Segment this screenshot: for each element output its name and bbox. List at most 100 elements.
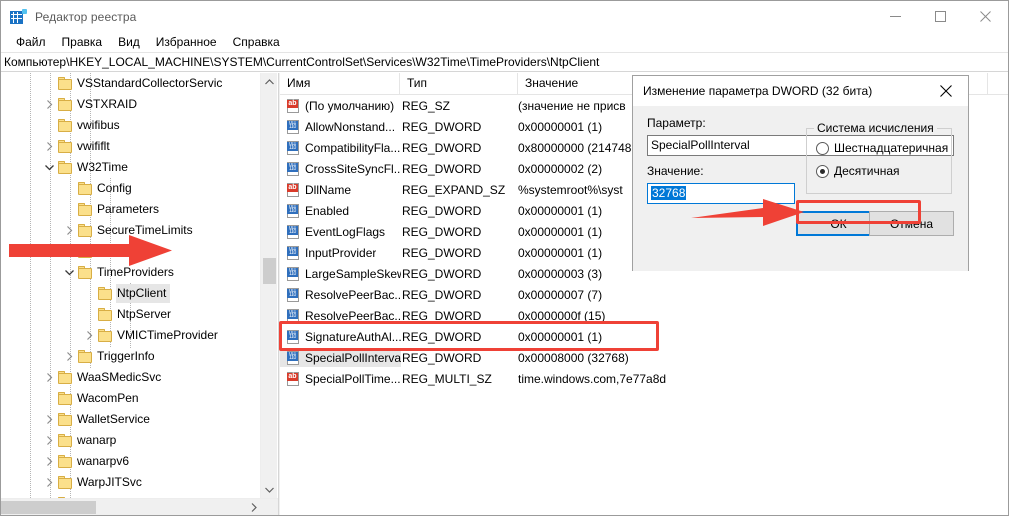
chevron-right-icon[interactable]	[41, 139, 57, 155]
tree-hscroll-thumb[interactable]	[1, 501, 96, 514]
folder-icon	[97, 286, 113, 302]
string-value-icon: ab	[285, 182, 301, 198]
tree-item-wanarpv6[interactable]: wanarpv6	[1, 451, 261, 472]
tree-item-vwififlt[interactable]: vwififlt	[1, 136, 261, 157]
tree-item-ntpclient[interactable]: NtpClient	[1, 283, 261, 304]
table-row[interactable]: 011 110 SignatureAuthAl... REG_DWORD 0x00000…	[280, 326, 1008, 347]
address-bar[interactable]: Компьютер\HKEY_LOCAL_MACHINE\SYSTEM\Curr…	[1, 52, 1008, 72]
edit-dword-dialog: Изменение параметра DWORD (32 бита) Пара…	[632, 75, 969, 271]
chevron-down-icon[interactable]	[41, 160, 57, 176]
title-bar: Редактор реестра	[1, 1, 1008, 32]
tree-item-label: vwifibus	[77, 118, 120, 132]
value-name-cell: 011 110 Enabled	[280, 201, 401, 220]
tree-item-label: WarpJITSvc	[77, 475, 142, 489]
folder-icon	[57, 160, 73, 176]
chevron-down-icon[interactable]	[61, 265, 77, 281]
tree-item-label: TimeProviders	[97, 265, 174, 279]
tree-expander-placeholder	[81, 307, 97, 323]
radio-hexadecimal[interactable]: Шестнадцатеричная	[816, 141, 948, 155]
param-label: Параметр:	[647, 116, 706, 130]
column-header-type[interactable]: Тип	[400, 73, 518, 95]
menu-item-file[interactable]: Файл	[8, 34, 54, 51]
folder-icon	[57, 433, 73, 449]
value-type-cell: REG_EXPAND_SZ	[402, 182, 506, 197]
tree-horizontal-scrollbar[interactable]	[1, 498, 278, 515]
tree-scroll-thumb[interactable]	[263, 258, 276, 284]
table-row[interactable]: 011 110 ResolvePeerBac... REG_DWORD 0x000000…	[280, 284, 1008, 305]
tree-item-wacompen[interactable]: WacomPen	[1, 388, 261, 409]
chevron-right-icon[interactable]	[61, 349, 77, 365]
minimize-button[interactable]	[873, 1, 918, 31]
tree-expander-placeholder	[61, 202, 77, 218]
tree-expander-placeholder	[81, 286, 97, 302]
menu-item-help[interactable]: Справка	[225, 34, 288, 51]
chevron-right-icon[interactable]	[41, 433, 57, 449]
table-row[interactable]: 011 110 ResolvePeerBac... REG_DWORD 0x000000…	[280, 305, 1008, 326]
dialog-close-icon[interactable]	[924, 76, 968, 105]
tree-item-parameters[interactable]: Parameters	[1, 199, 261, 220]
tree-item-warpjitsvc[interactable]: WarpJITSvc	[1, 472, 261, 493]
menu-item-view[interactable]: Вид	[110, 34, 148, 51]
tree-item-vstxraid[interactable]: VSTXRAID	[1, 94, 261, 115]
tree-item-timeproviders[interactable]: TimeProviders	[1, 262, 261, 283]
tree-scroll-down-arrow[interactable]	[261, 481, 278, 498]
dword-value-icon: 011 110	[285, 308, 301, 324]
chevron-right-icon[interactable]	[41, 412, 57, 428]
value-name-cell: 011 110 ResolvePeerBac...	[280, 306, 401, 325]
registry-tree[interactable]: VSStandardCollectorServic VSTXRAID vwifibu…	[1, 73, 261, 498]
dword-value-icon: 011 110	[285, 203, 301, 219]
value-name-cell: 011 110 LargeSampleSkew	[280, 264, 401, 283]
close-button[interactable]	[963, 1, 1008, 31]
tree-scroll-up-arrow[interactable]	[261, 73, 278, 90]
tree-item-w32time[interactable]: W32Time	[1, 157, 261, 178]
tree-item-triggerinfo[interactable]: TriggerInfo	[1, 346, 261, 367]
radio-hexadecimal-indicator	[816, 141, 829, 155]
radio-decimal[interactable]: Десятичная	[816, 164, 900, 178]
tree-item-walletservice[interactable]: WalletService	[1, 409, 261, 430]
dword-value-icon: 011 110	[285, 245, 301, 261]
tree-item-security[interactable]: Security	[1, 241, 261, 262]
column-header-name[interactable]: Имя	[280, 73, 400, 95]
value-type-cell: REG_DWORD	[402, 161, 482, 176]
tree-scroll-right-arrow[interactable]	[245, 499, 262, 515]
value-name-text: (По умолчанию)	[305, 98, 395, 113]
cancel-button[interactable]: Отмена	[869, 211, 954, 236]
tree-item-config[interactable]: Config	[1, 178, 261, 199]
chevron-right-icon[interactable]	[81, 328, 97, 344]
tree-item-vwifibus[interactable]: vwifibus	[1, 115, 261, 136]
window-title: Редактор реестра	[35, 9, 137, 24]
tree-item-wanarp[interactable]: wanarp	[1, 430, 261, 451]
value-data-cell: 0x0000000f (15)	[518, 308, 606, 323]
tree-item-ntpserver[interactable]: NtpServer	[1, 304, 261, 325]
dialog-body: Параметр: SpecialPollInterval Значение: …	[633, 106, 968, 271]
chevron-right-icon[interactable]	[41, 454, 57, 470]
chevron-right-icon[interactable]	[41, 370, 57, 386]
folder-icon	[57, 391, 73, 407]
tree-item-securetimelimits[interactable]: SecureTimeLimits	[1, 220, 261, 241]
tree-item-label: WaaSMedicSvc	[77, 370, 162, 384]
folder-icon	[57, 370, 73, 386]
table-row[interactable]: 011 110 SpecialPollInterval REG_DWORD 0x0000…	[280, 347, 1008, 368]
dword-value-icon: 011 110	[285, 224, 301, 240]
tree-expander-placeholder	[41, 118, 57, 134]
menu-bar: Файл Правка Вид Избранное Справка	[1, 32, 1008, 52]
folder-icon	[57, 139, 73, 155]
table-row[interactable]: ab SpecialPollTime... REG_MULTI_SZ time.win…	[280, 368, 1008, 389]
tree-item-waasmedicsvc[interactable]: WaaSMedicSvc	[1, 367, 261, 388]
chevron-right-icon[interactable]	[61, 223, 77, 239]
maximize-button[interactable]	[918, 1, 963, 31]
value-data-cell: time.windows.com,7e77a8d	[518, 371, 667, 386]
chevron-right-icon[interactable]	[41, 97, 57, 113]
tree-vertical-scrollbar[interactable]	[260, 73, 277, 498]
tree-item-label: WacomPen	[77, 391, 139, 405]
tree-item-vmictimeprovider[interactable]: VMICTimeProvider	[1, 325, 261, 346]
value-name-cell: 011 110 SpecialPollInterval	[280, 348, 401, 367]
tree-item-label: VMICTimeProvider	[117, 328, 218, 342]
menu-item-edit[interactable]: Правка	[54, 34, 111, 51]
value-data-field[interactable]: 32768	[647, 183, 795, 204]
value-name-cell: ab (По умолчанию)	[280, 96, 401, 115]
chevron-right-icon[interactable]	[41, 475, 57, 491]
menu-item-favorites[interactable]: Избранное	[148, 34, 225, 51]
radio-decimal-indicator	[816, 164, 829, 178]
tree-item-vsstandardcollectorservic[interactable]: VSStandardCollectorServic	[1, 73, 261, 94]
